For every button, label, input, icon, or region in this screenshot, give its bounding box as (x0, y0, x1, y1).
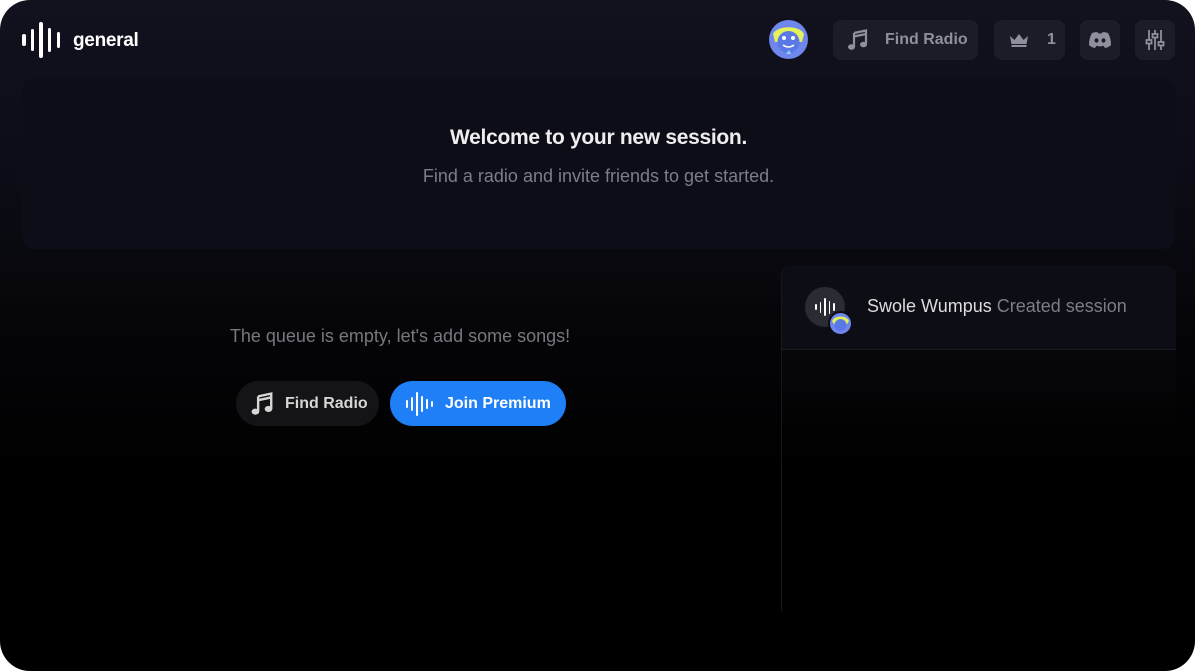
join-premium-label: Join Premium (445, 394, 551, 412)
music-note-icon (848, 29, 868, 50)
welcome-title: Welcome to your new session. (450, 126, 747, 149)
sliders-icon (1145, 30, 1165, 50)
user-avatar (828, 311, 853, 336)
music-note-icon (251, 391, 273, 415)
listeners-button[interactable]: 1 (994, 20, 1065, 60)
top-bar: general Find Radio 1 (0, 0, 1195, 80)
find-radio-button[interactable]: Find Radio (833, 20, 978, 60)
channel-name: general (73, 30, 139, 51)
activity-panel: Swole Wumpus Created session (781, 265, 1176, 611)
empty-queue-message: The queue is empty, let's add some songs… (229, 326, 571, 346)
discord-button[interactable] (1080, 20, 1120, 60)
activity-text: Swole Wumpus Created session (867, 296, 1127, 317)
waveform-icon (406, 391, 433, 417)
listener-count: 1 (1047, 31, 1056, 48)
activity-item: Swole Wumpus Created session (782, 265, 1176, 350)
welcome-banner: Welcome to your new session. Find a radi… (22, 79, 1175, 249)
welcome-subtitle: Find a radio and invite friends to get s… (422, 166, 775, 186)
crown-icon (1010, 34, 1028, 47)
activity-user: Swole Wumpus (867, 296, 992, 316)
find-radio-label: Find Radio (285, 394, 368, 412)
find-radio-queue-button[interactable]: Find Radio (236, 381, 379, 426)
app-window: general Find Radio 1 Welcome to your new… (0, 0, 1195, 671)
find-radio-label: Find Radio (885, 31, 968, 48)
discord-icon (1089, 32, 1111, 48)
user-avatar[interactable] (769, 20, 808, 59)
activity-action: Created session (996, 296, 1127, 316)
waveform-icon (22, 22, 60, 58)
settings-button[interactable] (1135, 20, 1175, 60)
join-premium-button[interactable]: Join Premium (390, 381, 566, 426)
